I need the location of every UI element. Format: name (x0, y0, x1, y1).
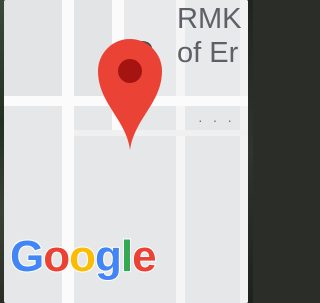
google-logo-letter: e (131, 231, 158, 282)
place-label: RMK of Er (177, 2, 241, 70)
map-block (4, 0, 62, 96)
google-logo-letter: g (94, 231, 123, 282)
place-label-line: RMK (177, 3, 242, 35)
google-logo-letter: o (42, 231, 71, 282)
map-poi-dots: ··· (198, 112, 242, 128)
map-pin-center (118, 59, 142, 83)
map-view[interactable]: RMK of Er ··· Google (4, 0, 248, 303)
place-label-line: of Er (177, 37, 239, 69)
google-logo-letter: o (68, 231, 97, 282)
map-pin-icon[interactable] (96, 37, 164, 151)
background-right-edge (248, 0, 253, 303)
map-pin-body (98, 39, 162, 150)
google-logo-letter: l (120, 231, 134, 282)
google-logo[interactable]: Google (9, 231, 158, 282)
google-logo-letter: G (9, 231, 45, 282)
